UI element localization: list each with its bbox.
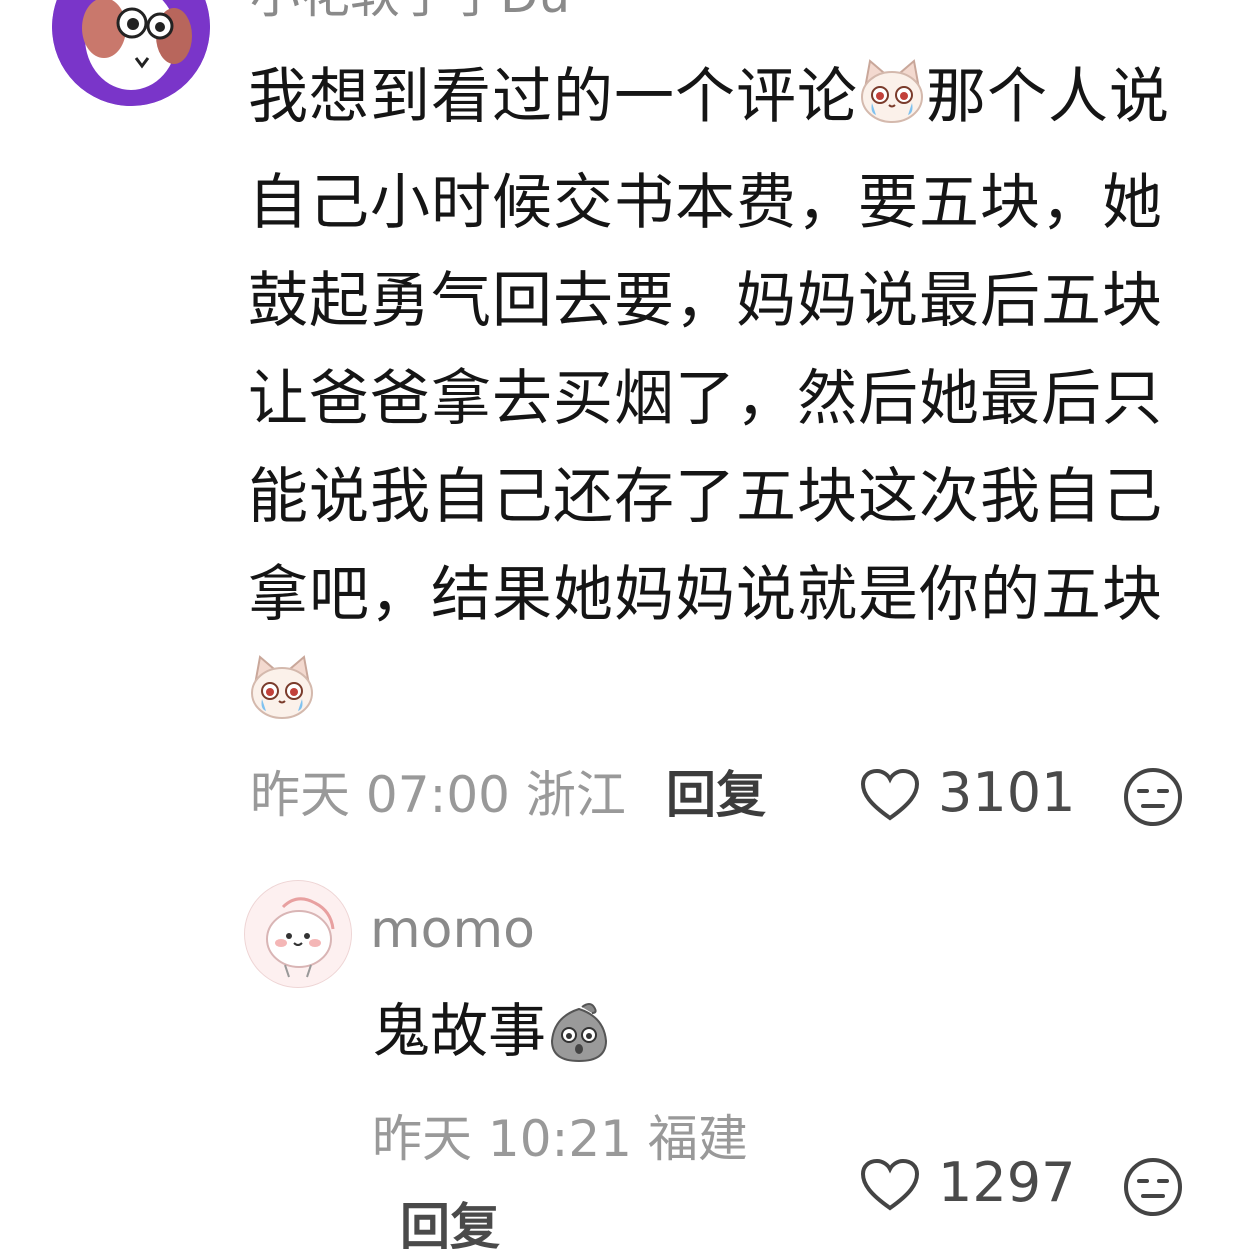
- neutral-face-icon: [1124, 768, 1182, 826]
- heart-icon: [860, 1158, 920, 1211]
- pink-blob-avatar-icon: [245, 881, 351, 987]
- comment-text-part1: 我想到看过的一个评论: [248, 62, 858, 132]
- like-button[interactable]: 1297: [860, 1156, 1075, 1216]
- dog-avatar-icon: [52, 0, 210, 106]
- like-count: 3101: [938, 761, 1076, 824]
- like-button[interactable]: 3101: [860, 766, 1075, 826]
- crying-cat-emoji-icon: [248, 652, 316, 750]
- crying-cat-emoji-icon: [858, 56, 926, 154]
- reply-meta: 昨天 10:21 福建: [372, 1110, 748, 1168]
- like-count: 1297: [938, 1151, 1076, 1214]
- reply-button[interactable]: 回复: [666, 770, 766, 820]
- comment-text: 我想到看过的一个评论 那个人说自己小时候交书本费，要五块，她鼓起勇气回去要，妈妈说…: [248, 48, 1223, 750]
- heart-icon: [860, 768, 920, 821]
- reply-text: 鬼故事: [372, 996, 612, 1080]
- reply-button[interactable]: 回复: [400, 1202, 500, 1252]
- comment-text-part2: 那个人说自己小时候交书本费，要五块，她鼓起勇气回去要，妈妈说最后五块让爸爸拿去买…: [248, 62, 1170, 630]
- avatar[interactable]: [244, 880, 352, 988]
- avatar[interactable]: [52, 0, 210, 106]
- dislike-button[interactable]: [1122, 766, 1184, 828]
- comment-username[interactable]: 小花软了了Du: [250, 0, 570, 20]
- comment-meta: 昨天 07:00 浙江: [250, 766, 626, 824]
- reply-username[interactable]: momo: [370, 904, 535, 956]
- dislike-button[interactable]: [1122, 1156, 1184, 1218]
- gray-blob-scared-emoji-icon: [546, 999, 612, 1080]
- reply-text-content: 鬼故事: [372, 997, 547, 1065]
- neutral-face-icon: [1124, 1158, 1182, 1216]
